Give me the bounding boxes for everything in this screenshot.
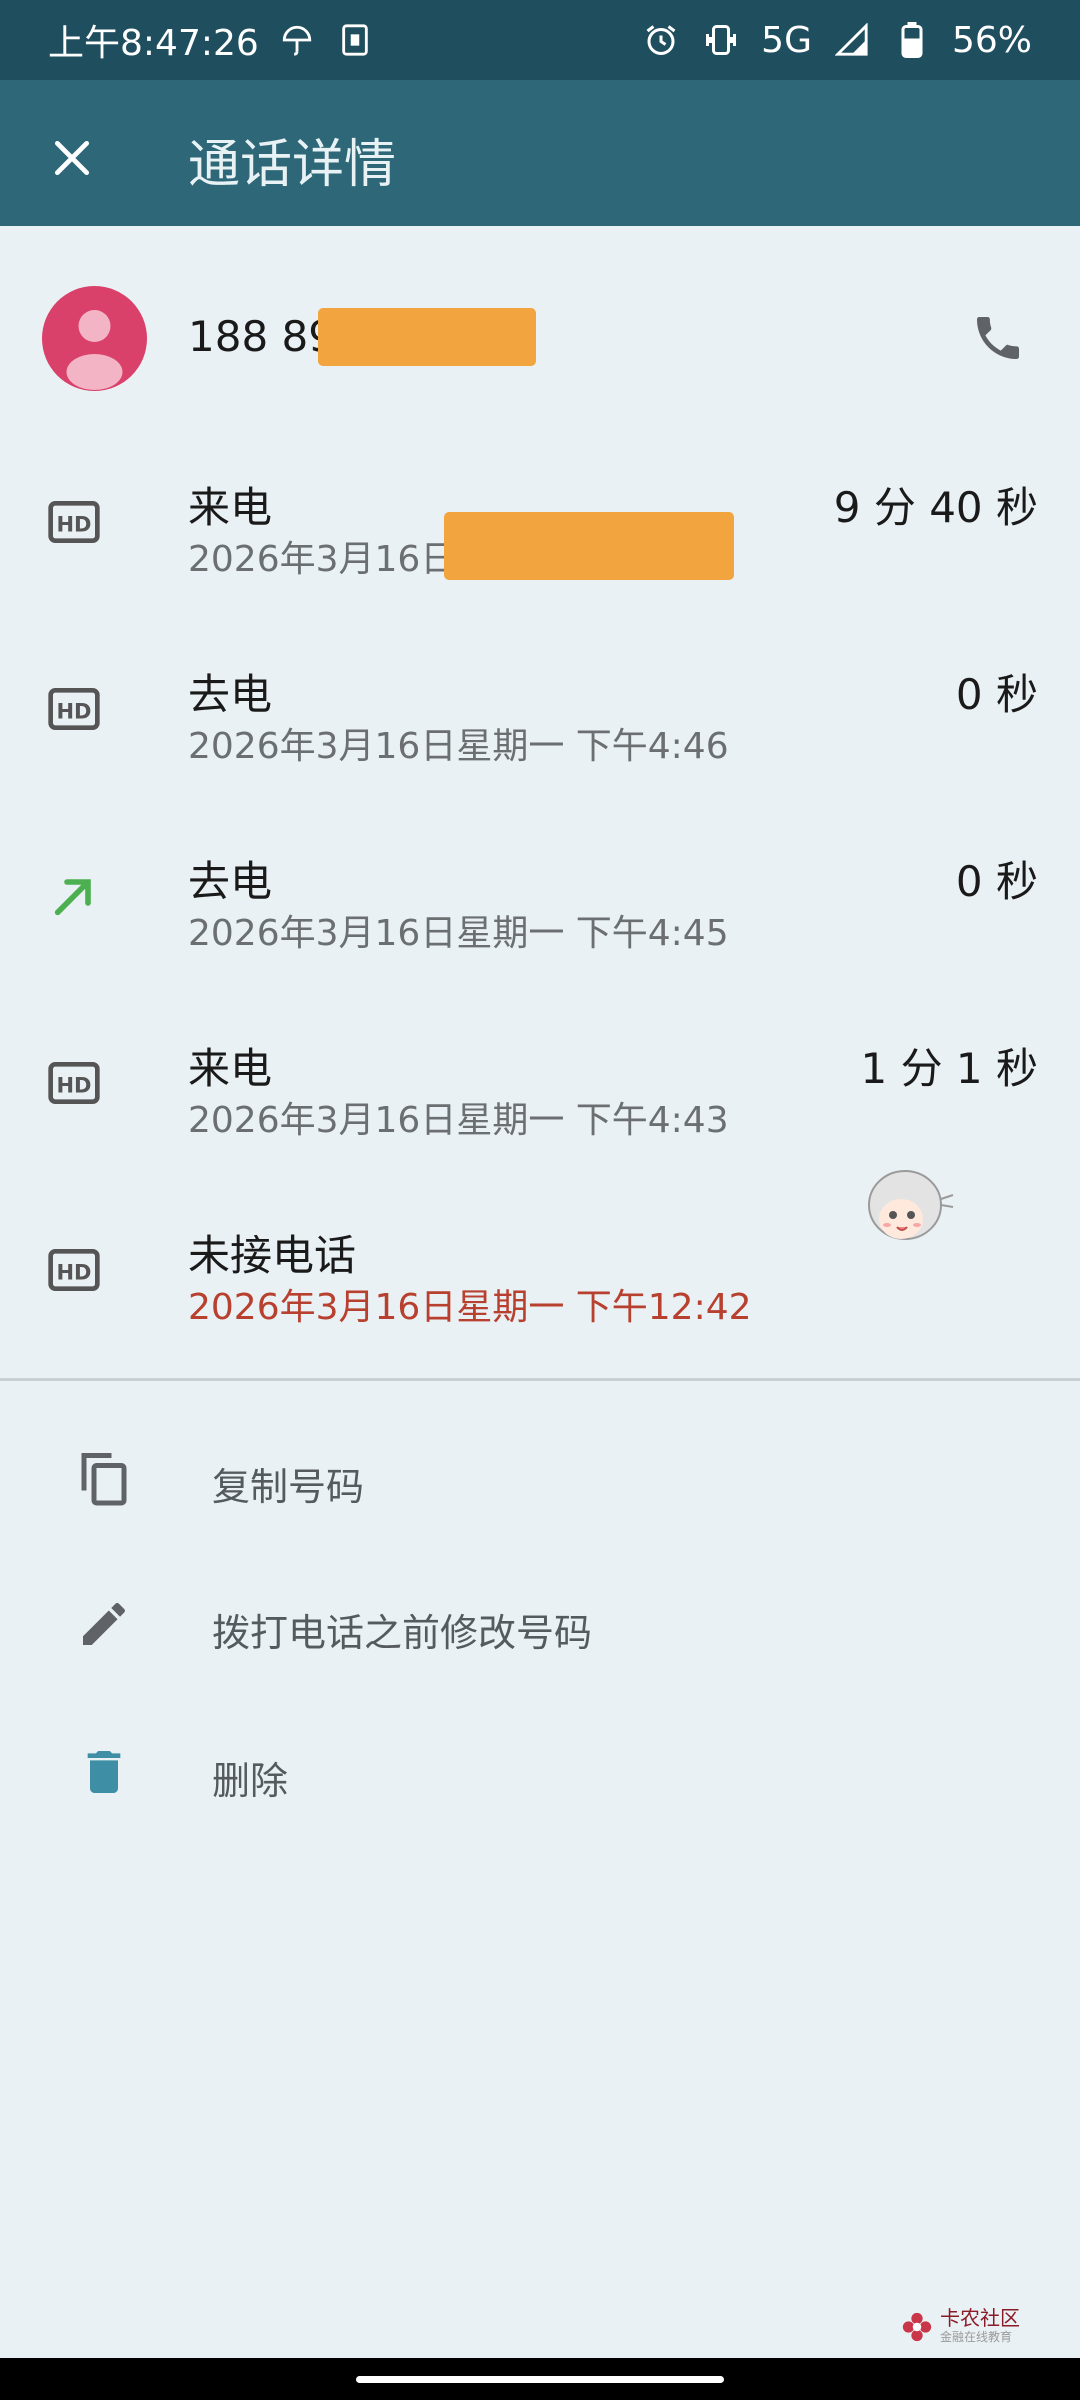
signal-icon: [832, 20, 872, 60]
call-duration: 0 秒: [955, 857, 1038, 906]
outgoing-arrow-icon: [46, 868, 102, 924]
phone-icon: [977, 317, 1019, 359]
redaction-block: [444, 512, 734, 580]
call-time: 2026年3月16日星期一 下午4:43: [188, 1100, 729, 1141]
page-title: 通话详情: [188, 135, 397, 195]
app-bar: 通话详情: [0, 80, 1080, 226]
watermark-text: 卡农社区: [940, 2306, 1020, 2330]
battery-icon: [892, 20, 932, 60]
call-type: 未接电话: [188, 1231, 357, 1280]
hd-icon: HD: [46, 494, 102, 550]
call-type: 去电: [188, 857, 273, 906]
call-entry: HD 来电 2026年3月16日星期一 下午4:43 1 分 1 秒: [0, 1019, 1080, 1189]
redaction-block: [318, 308, 536, 366]
contact-number: 188 89: [188, 312, 335, 361]
svg-text:HD: HD: [56, 699, 91, 723]
sim-icon: [335, 20, 375, 60]
vibrate-icon: [701, 20, 741, 60]
person-icon: [66, 310, 123, 390]
edit-icon: [72, 1592, 136, 1656]
action-label: 拨打电话之前修改号码: [212, 1611, 593, 1655]
close-button[interactable]: [44, 130, 100, 186]
umbrella-icon: [277, 20, 317, 60]
call-duration: 0 秒: [955, 670, 1038, 719]
hd-icon: HD: [46, 1242, 102, 1298]
svg-text:HD: HD: [56, 1073, 91, 1097]
call-time: 2026年3月16日星期一 下午4:46: [188, 726, 729, 767]
battery-percent: 56%: [951, 19, 1032, 61]
call-duration: 9 分 40 秒: [833, 483, 1038, 532]
call-duration: 1 分 1 秒: [860, 1044, 1039, 1093]
hd-icon: HD: [46, 1055, 102, 1111]
svg-text:HD: HD: [56, 1260, 91, 1284]
divider: [0, 1378, 1080, 1381]
network-type: 5G: [761, 19, 812, 61]
close-icon: [54, 140, 90, 176]
call-type: 来电: [188, 483, 273, 532]
call-time: 2026年3月16日: [188, 539, 457, 580]
action-label: 复制号码: [212, 1465, 365, 1509]
hd-icon: HD: [46, 681, 102, 737]
navigation-bar: [0, 2358, 1080, 2400]
call-type: 去电: [188, 670, 273, 719]
call-entry: HD 来电 2026年3月16日 9 分 40 秒: [0, 458, 1080, 628]
action-label: 删除: [212, 1759, 289, 1803]
call-entry: 去电 2026年3月16日星期一 下午4:45 0 秒: [0, 832, 1080, 1002]
call-time: 2026年3月16日星期一 下午12:42: [188, 1287, 752, 1328]
call-type: 来电: [188, 1044, 273, 1093]
contact-header: 188 89: [0, 226, 1080, 406]
status-bar: 上午8:47:26 5G 56%: [0, 0, 1080, 80]
trash-icon: [72, 1740, 136, 1804]
watermark: 卡农社区 金融在线教育: [900, 2308, 1020, 2345]
status-time: 上午8:47:26: [48, 23, 259, 64]
call-button[interactable]: [962, 302, 1034, 374]
edit-before-call-action[interactable]: 拨打电话之前修改号码: [0, 1558, 1080, 1688]
flower-logo-icon: [902, 2312, 932, 2341]
watermark-sub: 金融在线教育: [940, 2330, 1013, 2344]
avatar: [42, 286, 147, 391]
call-time: 2026年3月16日星期一 下午4:45: [188, 913, 729, 954]
copy-icon: [72, 1446, 136, 1510]
delete-action[interactable]: 删除: [0, 1706, 1080, 1836]
svg-text:HD: HD: [56, 512, 91, 536]
sticker-image: [855, 1165, 955, 1257]
call-entry: HD 去电 2026年3月16日星期一 下午4:46 0 秒: [0, 645, 1080, 815]
home-handle[interactable]: [356, 2376, 724, 2383]
alarm-icon: [641, 20, 681, 60]
copy-number-action[interactable]: 复制号码: [0, 1412, 1080, 1542]
